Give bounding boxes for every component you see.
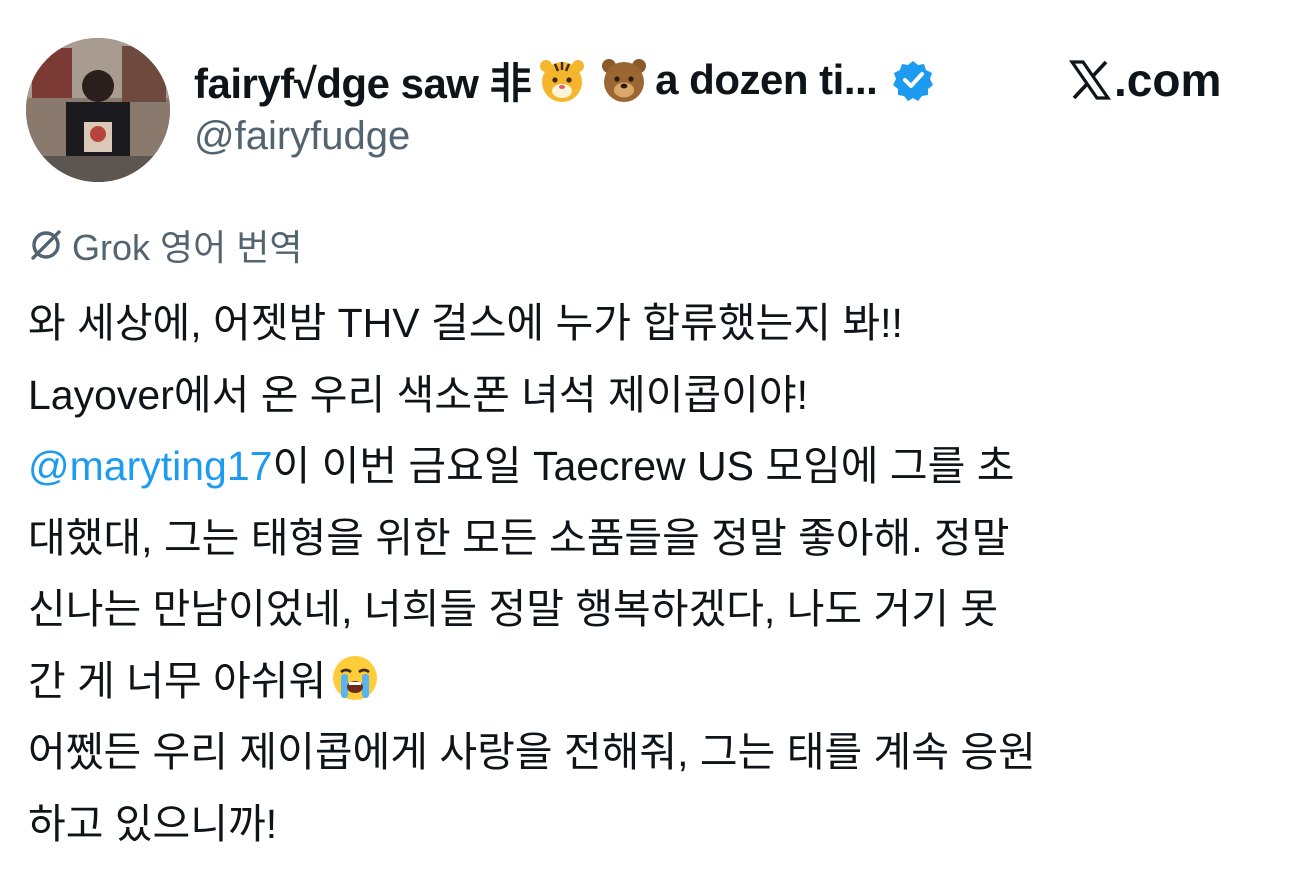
display-name-continued: a dozen ti... — [655, 56, 878, 103]
x-logo-icon — [1068, 60, 1112, 100]
author-name-row[interactable]: fairyf√dge saw 非 a dozen ti... — [194, 48, 935, 112]
post-text-line: 대했대, 그는 태형을 위한 모든 소품들을 정말 좋아해. 정말 — [28, 514, 1010, 561]
display-name: fairyf√dge saw 非 — [194, 59, 532, 107]
post-text-line: 하고 있으니까! — [28, 800, 278, 847]
site-logo: .com — [1068, 48, 1221, 112]
post-text-line: 어쩼든 우리 제이콥에게 사랑을 전해줘, 그는 태를 계속 응원 — [28, 729, 1036, 775]
site-domain-suffix: .com — [1114, 54, 1222, 106]
avatar-photo — [26, 38, 170, 182]
avatar[interactable] — [26, 38, 170, 182]
post-text-line: 신나는 만남이었네, 너희들 정말 행복하겠다, 나도 거기 못 — [28, 586, 999, 632]
post-text-line: 와 세상에, 어젯밤 THV 걸스에 누가 합류했는지 봐!! — [28, 300, 903, 346]
post-text: 와 세상에, 어젯밤 THV 걸스에 누가 합류했는지 봐!! Layover에… — [28, 288, 1268, 860]
post-header: fairyf√dge saw 非 a dozen ti... .com @fai… — [0, 0, 1290, 190]
post-text-line: Layover에서 온 우리 색소폰 녀석 제이콥이야! — [28, 371, 809, 418]
verified-badge-icon — [893, 61, 934, 101]
mention-link[interactable]: @maryting17 — [28, 443, 272, 489]
translate-button[interactable]: Grok 영어 번역 — [28, 222, 303, 268]
author-handle[interactable]: @fairyfudge — [194, 114, 410, 159]
post-text-segment: 이 이번 금요일 Taecrew US 모임에 그를 초 — [272, 443, 1015, 489]
translate-label: Grok 영어 번역 — [72, 227, 303, 268]
tiger-face-icon — [540, 60, 585, 102]
post-text-line: 간 게 너무 아쉬워 — [28, 646, 1268, 718]
post-text-segment: 간 게 너무 아쉬워 — [28, 657, 327, 704]
bear-face-icon — [602, 59, 647, 102]
post-text-line: @maryting17이 이번 금요일 Taecrew US 모임에 그를 초 — [28, 431, 1268, 503]
grok-icon — [31, 230, 61, 260]
loudly-crying-face-icon — [333, 655, 378, 700]
